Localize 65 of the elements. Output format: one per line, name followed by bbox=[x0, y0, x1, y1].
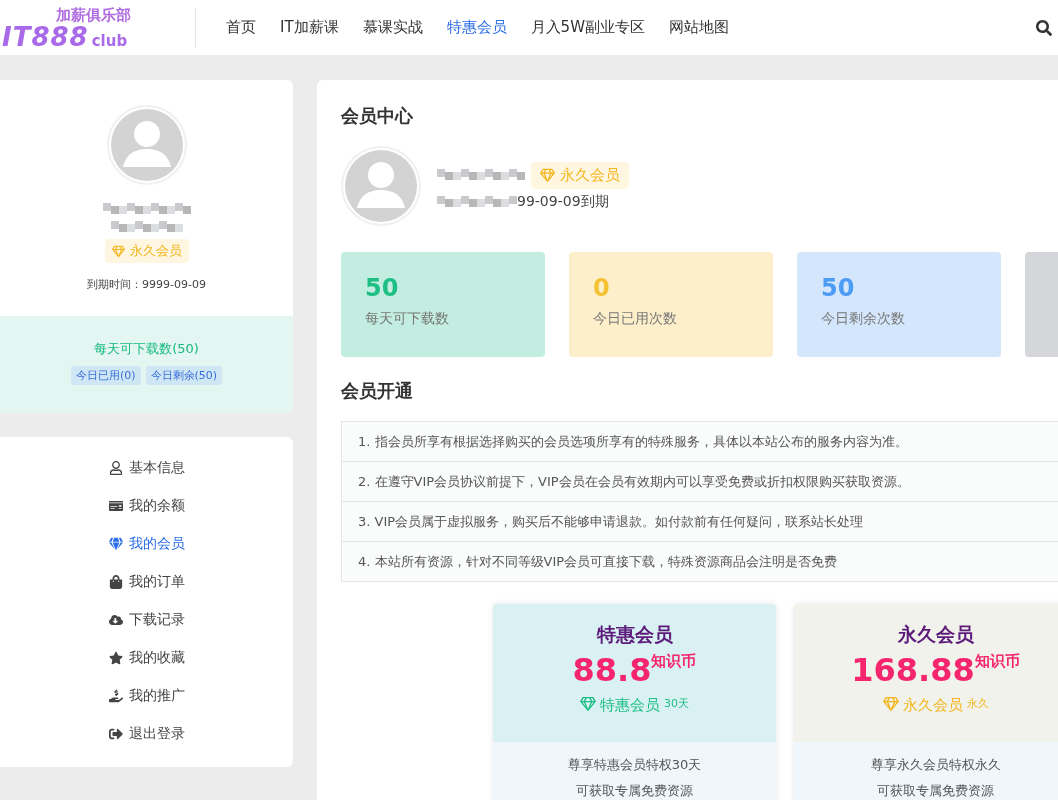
stat-value: 0 bbox=[593, 274, 611, 302]
plan-name: 永久会员 bbox=[897, 622, 974, 647]
quota-title: 每天可下载数(50) bbox=[94, 340, 199, 358]
stat-value: 50 bbox=[365, 274, 400, 302]
plan-perk: 尊享特惠会员特权30天 bbox=[567, 756, 702, 774]
section-title: 会员开通 bbox=[341, 379, 414, 403]
search-icon[interactable] bbox=[1036, 19, 1052, 36]
menu-item[interactable]: 我的订单 bbox=[108, 571, 185, 593]
plan-perk: 可获取专属免费资源 bbox=[576, 782, 693, 800]
plan-price: 168.88 bbox=[851, 652, 975, 688]
stat-label: 今日剩余次数 bbox=[821, 310, 906, 328]
note-row: 1. 指会员所享有根据选择购买的会员选项所享有的特殊服务，具体以本站公布的服务内容为准。 bbox=[342, 422, 1058, 462]
plan-perk: 尊享永久会员特权永久 bbox=[870, 756, 1001, 774]
note-row: 3. VIP会员属于虚拟服务，购买后不能够申请退款。如付款前有任何疑问，联系站长处理 bbox=[342, 502, 1058, 542]
member-badge: 永久会员 bbox=[104, 239, 189, 263]
user-icon bbox=[108, 461, 123, 475]
nav-link[interactable]: 慕课实战 bbox=[362, 18, 423, 37]
plan-tier-label: 特惠会员 bbox=[600, 696, 660, 715]
quota-chip: 今日剩余(50) bbox=[145, 366, 223, 385]
menu-item[interactable]: 退出登录 bbox=[108, 723, 185, 745]
note-row: 2. 在遵守VIP会员协议前提下，VIP会员在会员有效期内可以享受免费或折扣权限购买获取资源。 bbox=[342, 462, 1058, 502]
member-badge: 永久会员 bbox=[531, 161, 629, 189]
hand-money-icon bbox=[108, 689, 123, 703]
nav-link[interactable]: 网站地图 bbox=[668, 18, 729, 37]
cloud-download-icon bbox=[108, 613, 123, 627]
note-row: 4. 本站所有资源，针对不同等级VIP会员可直接下载，特殊资源商品会注明是否免费 bbox=[342, 542, 1058, 581]
quota-chip: 今日已用(0) bbox=[70, 366, 141, 385]
menu-item[interactable]: 我的收藏 bbox=[108, 647, 185, 669]
nav-link[interactable]: 特惠会员 bbox=[446, 18, 507, 37]
gem-icon bbox=[111, 244, 125, 258]
gem-icon bbox=[882, 696, 899, 712]
shopping-bag-icon bbox=[108, 575, 123, 589]
stat-label: 每天可下载数 bbox=[365, 310, 450, 328]
stat-value: 50 bbox=[821, 274, 856, 302]
gem-icon bbox=[108, 537, 123, 551]
plan-price: 88.8 bbox=[572, 652, 652, 688]
logout-icon bbox=[108, 727, 123, 741]
gem-icon bbox=[540, 167, 555, 183]
menu-item[interactable]: 基本信息 bbox=[108, 457, 185, 479]
menu-item[interactable]: 我的会员 bbox=[108, 533, 185, 555]
stat-label: 今日已用次数 bbox=[593, 310, 678, 328]
plan-name: 特惠会员 bbox=[596, 622, 673, 647]
nav-link[interactable]: 首页 bbox=[226, 18, 256, 37]
expiry-text: 99-09-09到期 bbox=[517, 192, 609, 211]
plan-term: 永久 bbox=[966, 696, 989, 711]
plan-tier-label: 永久会员 bbox=[902, 696, 963, 715]
menu-item[interactable]: 我的推广 bbox=[108, 685, 185, 707]
plan-perk: 可获取专属免费资源 bbox=[877, 782, 994, 800]
star-icon bbox=[108, 651, 123, 665]
price-unit: 知识币 bbox=[651, 652, 697, 670]
menu-item[interactable]: 下载记录 bbox=[108, 609, 185, 631]
section-title: 会员中心 bbox=[341, 104, 414, 128]
logo-tagline: 加薪俱乐部 bbox=[56, 5, 132, 24]
plan-term: 30天 bbox=[664, 696, 689, 711]
logo-suffix: club bbox=[91, 31, 128, 50]
menu-item[interactable]: 我的余额 bbox=[108, 495, 185, 517]
avatar-icon bbox=[106, 105, 187, 185]
expiry-text: 到期时间：9999-09-09 bbox=[87, 277, 206, 292]
nav-link[interactable]: IT加薪课 bbox=[280, 18, 339, 37]
price-unit: 知识币 bbox=[974, 652, 1020, 670]
avatar-icon bbox=[341, 146, 421, 226]
nav-link[interactable]: 月入5W副业专区 bbox=[530, 18, 645, 37]
logo-mark: IT888 bbox=[2, 23, 89, 50]
money-card-icon bbox=[108, 499, 123, 513]
gem-icon bbox=[580, 696, 596, 712]
